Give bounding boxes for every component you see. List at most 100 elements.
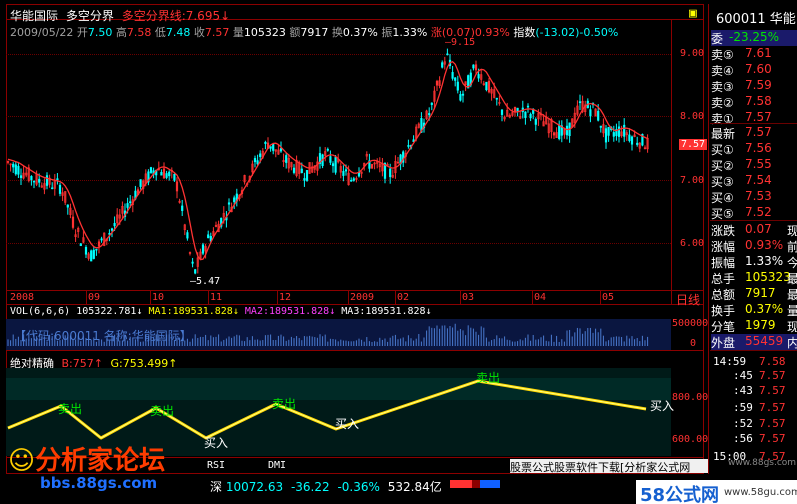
candle-body	[92, 249, 95, 259]
candle-body	[350, 179, 353, 182]
candle-body	[352, 178, 355, 181]
candle-body	[461, 93, 465, 96]
index-pct: -0.36%	[337, 480, 380, 494]
price-axis-label: 6.00	[680, 238, 705, 249]
time-axis-label: 2008	[10, 292, 35, 303]
ad-banner[interactable]: 股票公式股票软件下载[分析家公式网	[510, 459, 708, 473]
forum-logo: ☺分析家论坛	[8, 446, 166, 476]
candle-body	[456, 81, 459, 91]
stat-row: 涨幅 0.93% 前	[711, 238, 797, 254]
buy-row[interactable]: 买② 7.55	[711, 157, 797, 173]
sell-row[interactable]: 卖④ 7.60	[711, 62, 797, 78]
buy-price: 7.54	[745, 173, 772, 187]
stat-value: 7917	[745, 286, 776, 300]
candle-body	[604, 128, 608, 143]
exchange-label: 深	[210, 480, 223, 494]
ma3-arrow: ↓	[425, 306, 432, 317]
stat-extra: 最	[787, 288, 797, 302]
indicator-axis-label: 800.00	[672, 392, 709, 403]
tick-time: :52	[733, 417, 753, 430]
candlestick-chart[interactable]	[6, 35, 671, 290]
candle-body	[12, 163, 15, 168]
stat-label: 振幅	[711, 256, 736, 270]
indicator-axis-label: 600.00	[672, 434, 709, 445]
tick-price: 7.58	[759, 355, 786, 368]
buy-row[interactable]: 买④ 7.53	[711, 189, 797, 205]
candle-body	[597, 110, 600, 121]
stat-label: 总额	[711, 288, 736, 302]
time-axis-label: 03	[462, 292, 475, 303]
quote-divider	[710, 123, 797, 124]
wei-bi-value: -23.25%	[729, 30, 780, 44]
candle-body	[524, 111, 527, 119]
quote-code[interactable]: 600011	[716, 12, 766, 27]
price-axis-label: 9.00	[680, 48, 705, 59]
signal-sell: 卖出	[272, 397, 297, 411]
indicator-name[interactable]: 多空分界	[66, 9, 114, 23]
buy-row[interactable]: 买⑤ 7.52	[711, 205, 797, 221]
sell-row[interactable]: 卖② 7.58	[711, 94, 797, 110]
ma1-label: MA1:	[148, 306, 173, 317]
tick-price: 7.57	[759, 401, 786, 414]
candle-body	[529, 113, 532, 119]
candle-body	[90, 250, 93, 262]
sell-row[interactable]: 卖⑤ 7.61	[711, 46, 797, 62]
signal-buy: 买入	[650, 399, 675, 413]
candle-body	[485, 81, 488, 91]
stat-label: 换手	[711, 304, 736, 318]
boundary-value: 7.695	[185, 9, 221, 23]
tick-time: :59	[733, 401, 753, 414]
breadth-down	[480, 480, 500, 488]
stat-extra: 前	[787, 240, 797, 254]
tick-price: 7.57	[759, 384, 786, 397]
candle-body	[589, 109, 592, 117]
stat-value: 0.37%	[745, 302, 784, 316]
index-bar: 深 10072.63 -36.22 -0.36% 532.84亿	[210, 478, 442, 495]
candle-body	[51, 187, 54, 190]
ma2-label: MA2:	[244, 306, 269, 317]
tick-price: 7.57	[759, 450, 786, 463]
buy-row[interactable]: 买③ 7.54	[711, 173, 797, 189]
candle-body	[292, 167, 296, 173]
time-axis-label: 11	[210, 292, 223, 303]
candle-body	[446, 53, 449, 56]
quote-name[interactable]: 华能	[770, 12, 796, 27]
latest-price: 7.57	[745, 125, 772, 139]
time-axis-label: 02	[397, 292, 410, 303]
stat-value: 1.33%	[745, 254, 784, 268]
stat-extra: 今	[787, 256, 797, 270]
stat-value: 1979	[745, 318, 776, 332]
stat-row: 振幅 1.33% 今	[711, 254, 797, 270]
buy-label: 买②	[711, 159, 734, 173]
candle-body	[578, 101, 582, 104]
sell-label: 卖⑤	[711, 48, 734, 62]
candle-body	[430, 102, 433, 105]
sell-label: 卖④	[711, 64, 734, 78]
period-label[interactable]: 日线	[676, 291, 700, 308]
sell-label: 卖③	[711, 80, 734, 94]
candle-body	[334, 157, 337, 173]
time-axis-label: 04	[534, 292, 547, 303]
tick-row: :43 7.57	[711, 384, 797, 399]
candle-body	[331, 163, 335, 167]
candle-body	[194, 269, 197, 274]
tick-time: :45	[733, 369, 753, 382]
candle-body	[599, 125, 602, 128]
code-note: 【代码:600011 名称:华能国际】	[14, 329, 192, 343]
tick-time: :43	[733, 384, 753, 397]
tab-dmi[interactable]: DMI	[268, 460, 286, 471]
tab-rsi[interactable]: RSI	[207, 460, 225, 471]
sell-label: 卖②	[711, 96, 734, 110]
quote-divider	[710, 220, 797, 221]
stock-name[interactable]: 华能国际	[10, 9, 58, 23]
candle-body	[300, 168, 303, 173]
sell-row[interactable]: 卖③ 7.59	[711, 78, 797, 94]
stat-extra: 最	[787, 272, 797, 286]
settings-icon[interactable]: ▣	[689, 6, 697, 21]
stat-label: 涨跌	[711, 224, 736, 238]
candle-body	[45, 175, 49, 186]
buy-row[interactable]: 买① 7.56	[711, 141, 797, 157]
ma1-value: 189531.828	[172, 306, 233, 317]
candle-body	[612, 132, 615, 137]
candle-body	[329, 156, 332, 163]
